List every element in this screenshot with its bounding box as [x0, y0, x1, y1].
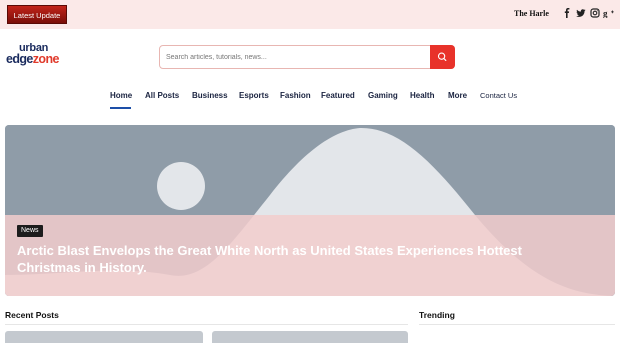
- recent-posts-divider: [5, 324, 408, 325]
- instagram-icon[interactable]: [590, 8, 600, 18]
- nav-active-indicator: [110, 107, 131, 109]
- nav-business[interactable]: Business: [192, 91, 228, 103]
- news-ticker[interactable]: The Harle: [514, 9, 549, 18]
- search-button[interactable]: [430, 45, 455, 69]
- nav-featured[interactable]: Featured: [321, 91, 355, 103]
- hero-featured-post[interactable]: News Arctic Blast Envelops the Great Whi…: [5, 125, 615, 296]
- hero-title[interactable]: Arctic Blast Envelops the Great White No…: [17, 242, 577, 276]
- recent-posts-heading: Recent Posts: [5, 310, 59, 320]
- facebook-icon[interactable]: [562, 8, 572, 18]
- nav-home[interactable]: Home: [110, 91, 132, 103]
- nav-all-posts[interactable]: All Posts: [145, 91, 179, 103]
- latest-update-button[interactable]: Latest Update: [7, 5, 67, 24]
- logo-text-bottom: edgezone: [6, 52, 59, 66]
- nav-gaming[interactable]: Gaming: [368, 91, 398, 103]
- top-bar: Latest Update The Harle g: [0, 0, 620, 29]
- nav-contact-us[interactable]: Contact Us: [480, 91, 517, 103]
- svg-text:g: g: [603, 9, 608, 19]
- logo-text-edge: edge: [6, 52, 33, 66]
- google-plus-icon[interactable]: g: [603, 8, 615, 19]
- recent-post-card[interactable]: [5, 331, 203, 343]
- nav-more[interactable]: More: [448, 91, 467, 103]
- nav-esports[interactable]: Esports: [239, 91, 269, 103]
- search-bar: [159, 45, 455, 69]
- search-icon: [437, 52, 447, 61]
- nav-health[interactable]: Health: [410, 91, 434, 103]
- logo-text-zone: zone: [32, 52, 60, 66]
- search-input[interactable]: [166, 50, 426, 64]
- twitter-icon[interactable]: [576, 8, 586, 18]
- site-logo[interactable]: urban edgezone: [6, 42, 76, 70]
- category-badge[interactable]: News: [17, 225, 43, 237]
- nav-fashion[interactable]: Fashion: [280, 91, 311, 103]
- trending-heading: Trending: [419, 310, 455, 320]
- trending-divider: [419, 324, 615, 325]
- recent-post-card[interactable]: [212, 331, 408, 343]
